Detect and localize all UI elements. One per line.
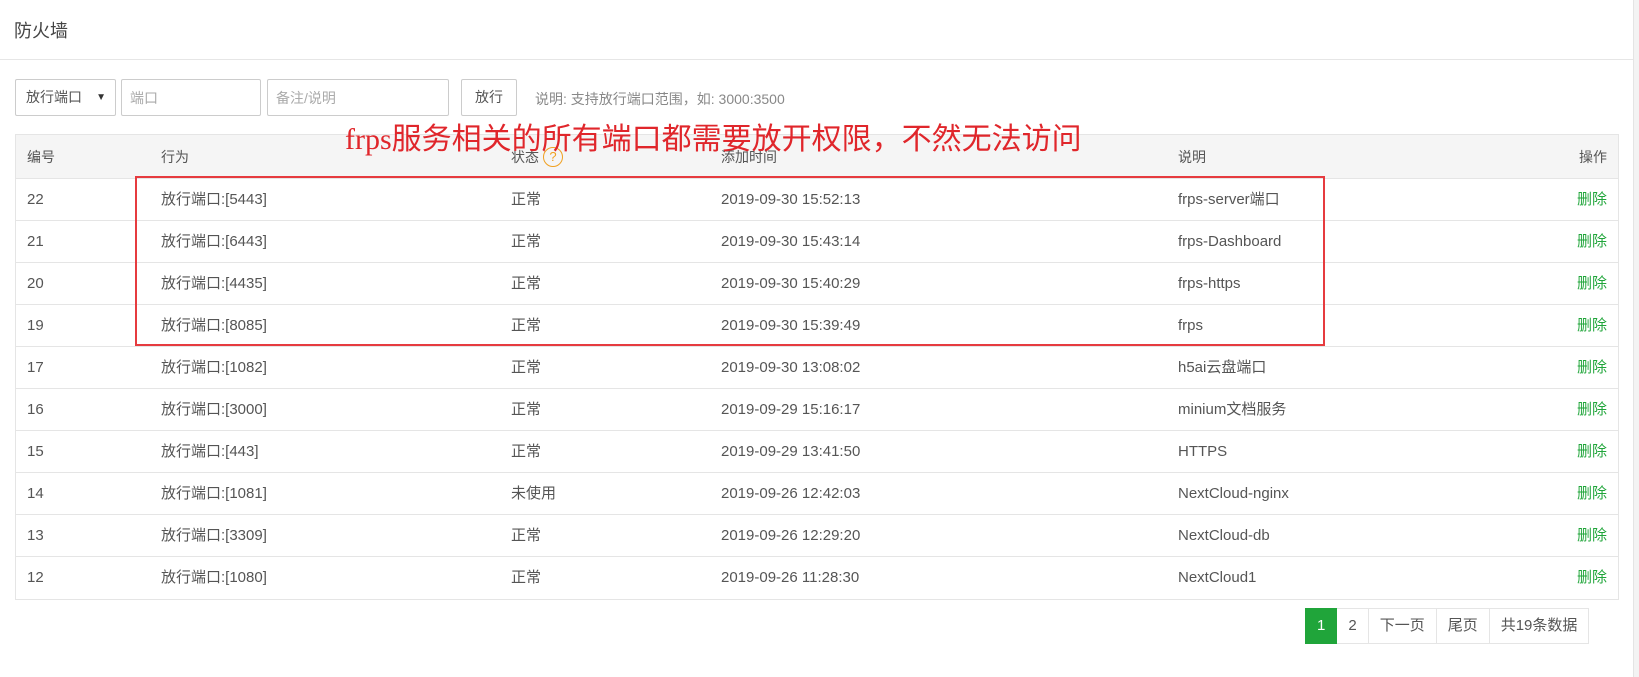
row-action: 放行端口:[8085] (161, 317, 267, 334)
row-note: NextCloud1 (1178, 569, 1257, 586)
table-row: 22 放行端口:[5443] 正常 2019-09-30 15:52:13 frps-s… (16, 179, 1618, 221)
row-time: 2019-09-26 12:29:20 (721, 527, 861, 544)
table-row: 14 放行端口:[1081] 未使用 2019-09-26 12:42:03 NextC… (16, 473, 1618, 515)
row-note: h5ai云盘端口 (1178, 359, 1267, 376)
table-row: 20 放行端口:[4435] 正常 2019-09-30 15:40:29 frps-h… (16, 263, 1618, 305)
row-status: 正常 (511, 443, 542, 460)
delete-link[interactable]: 删除 (1577, 473, 1607, 515)
table-body: 22 放行端口:[5443] 正常 2019-09-30 15:52:13 frps-s… (16, 179, 1618, 599)
caret-down-icon: ▼ (96, 92, 106, 103)
page-header: 防火墙 (0, 0, 1639, 60)
row-id: 14 (27, 485, 44, 502)
row-note: minium文档服务 (1178, 401, 1287, 418)
annotation-text: frps服务相关的所有端口都需要放开权限，不然无法访问 (345, 123, 1082, 156)
pagination: 1 2 下一页 尾页 共19条数据 (1305, 608, 1590, 644)
row-time: 2019-09-29 13:41:50 (721, 443, 861, 460)
table-row: 12 放行端口:[1080] 正常 2019-09-26 11:28:30 NextCl… (16, 557, 1618, 599)
row-status: 正常 (511, 569, 542, 586)
header-note: 说明 (1178, 149, 1206, 165)
row-status: 正常 (511, 527, 542, 544)
page-1-button[interactable]: 1 (1305, 608, 1338, 644)
table-row: 13 放行端口:[3309] 正常 2019-09-26 12:29:20 NextCl… (16, 515, 1618, 557)
note-input[interactable] (267, 79, 449, 116)
next-page-button[interactable]: 下一页 (1368, 608, 1437, 644)
row-note: frps (1178, 317, 1204, 334)
row-id: 19 (27, 317, 44, 334)
row-id: 21 (27, 233, 44, 250)
row-status: 未使用 (511, 485, 557, 502)
scrollbar-track[interactable] (1633, 0, 1639, 677)
delete-link[interactable]: 删除 (1577, 431, 1607, 473)
row-note: NextCloud-nginx (1178, 485, 1289, 502)
row-status: 正常 (511, 275, 542, 292)
header-id: 编号 (27, 149, 55, 165)
row-action: 放行端口:[3309] (161, 527, 267, 544)
row-status: 正常 (511, 317, 542, 334)
row-id: 16 (27, 401, 44, 418)
row-status: 正常 (511, 359, 542, 376)
row-action: 放行端口:[3000] (161, 401, 267, 418)
row-time: 2019-09-30 15:52:13 (721, 191, 861, 208)
row-action: 放行端口:[1082] (161, 359, 267, 376)
page-2-button[interactable]: 2 (1337, 608, 1369, 644)
row-time: 2019-09-30 15:40:29 (721, 275, 861, 292)
row-status: 正常 (511, 233, 542, 250)
row-time: 2019-09-26 12:42:03 (721, 485, 861, 502)
header-action: 行为 (161, 149, 189, 165)
page-title: 防火墙 (14, 21, 68, 41)
rule-type-select[interactable]: 放行端口 ▼ (15, 79, 116, 116)
row-status: 正常 (511, 401, 542, 418)
row-id: 20 (27, 275, 44, 292)
row-action: 放行端口:[443] (161, 443, 259, 460)
rule-type-value: 放行端口 (26, 89, 82, 105)
delete-link[interactable]: 删除 (1577, 221, 1607, 263)
table-row: 16 放行端口:[3000] 正常 2019-09-29 15:16:17 minium… (16, 389, 1618, 431)
row-id: 13 (27, 527, 44, 544)
row-id: 12 (27, 569, 44, 586)
firewall-rules-table: 编号 行为 状态? 添加时间 说明 操作 22 放行端口:[5443] 正常 2019… (15, 134, 1619, 600)
row-time: 2019-09-30 13:08:02 (721, 359, 861, 376)
row-note: frps-https (1178, 275, 1241, 292)
delete-link[interactable]: 删除 (1577, 347, 1607, 389)
row-note: frps-server端口 (1178, 191, 1280, 208)
delete-link[interactable]: 删除 (1577, 179, 1607, 221)
last-page-button[interactable]: 尾页 (1436, 608, 1490, 644)
port-range-hint: 说明: 支持放行端口范围，如: 3000:3500 (535, 91, 785, 107)
row-id: 15 (27, 443, 44, 460)
row-time: 2019-09-30 15:43:14 (721, 233, 861, 250)
delete-link[interactable]: 删除 (1577, 305, 1607, 347)
row-status: 正常 (511, 191, 542, 208)
port-input[interactable] (121, 79, 261, 116)
delete-link[interactable]: 删除 (1577, 263, 1607, 305)
row-action: 放行端口:[5443] (161, 191, 267, 208)
row-note: HTTPS (1178, 443, 1228, 460)
row-action: 放行端口:[1081] (161, 485, 267, 502)
table-row: 19 放行端口:[8085] 正常 2019-09-30 15:39:49 frps 删除 (16, 305, 1618, 347)
row-time: 2019-09-29 15:16:17 (721, 401, 861, 418)
row-time: 2019-09-26 11:28:30 (721, 569, 860, 586)
row-time: 2019-09-30 15:39:49 (721, 317, 861, 334)
row-note: NextCloud-db (1178, 527, 1270, 544)
header-op: 操作 (1579, 149, 1607, 165)
row-action: 放行端口:[4435] (161, 275, 267, 292)
total-count: 共19条数据 (1489, 608, 1590, 644)
row-id: 17 (27, 359, 44, 376)
row-note: frps-Dashboard (1178, 233, 1282, 250)
delete-link[interactable]: 删除 (1577, 557, 1607, 599)
delete-link[interactable]: 删除 (1577, 389, 1607, 431)
table-row: 17 放行端口:[1082] 正常 2019-09-30 13:08:02 h5ai云盘… (16, 347, 1618, 389)
row-action: 放行端口:[6443] (161, 233, 267, 250)
table-row: 15 放行端口:[443] 正常 2019-09-29 13:41:50 HTTPS 删除 (16, 431, 1618, 473)
table-row: 21 放行端口:[6443] 正常 2019-09-30 15:43:14 frps-D… (16, 221, 1618, 263)
row-action: 放行端口:[1080] (161, 569, 267, 586)
allow-button[interactable]: 放行 (461, 79, 517, 116)
row-id: 22 (27, 191, 44, 208)
delete-link[interactable]: 删除 (1577, 515, 1607, 557)
